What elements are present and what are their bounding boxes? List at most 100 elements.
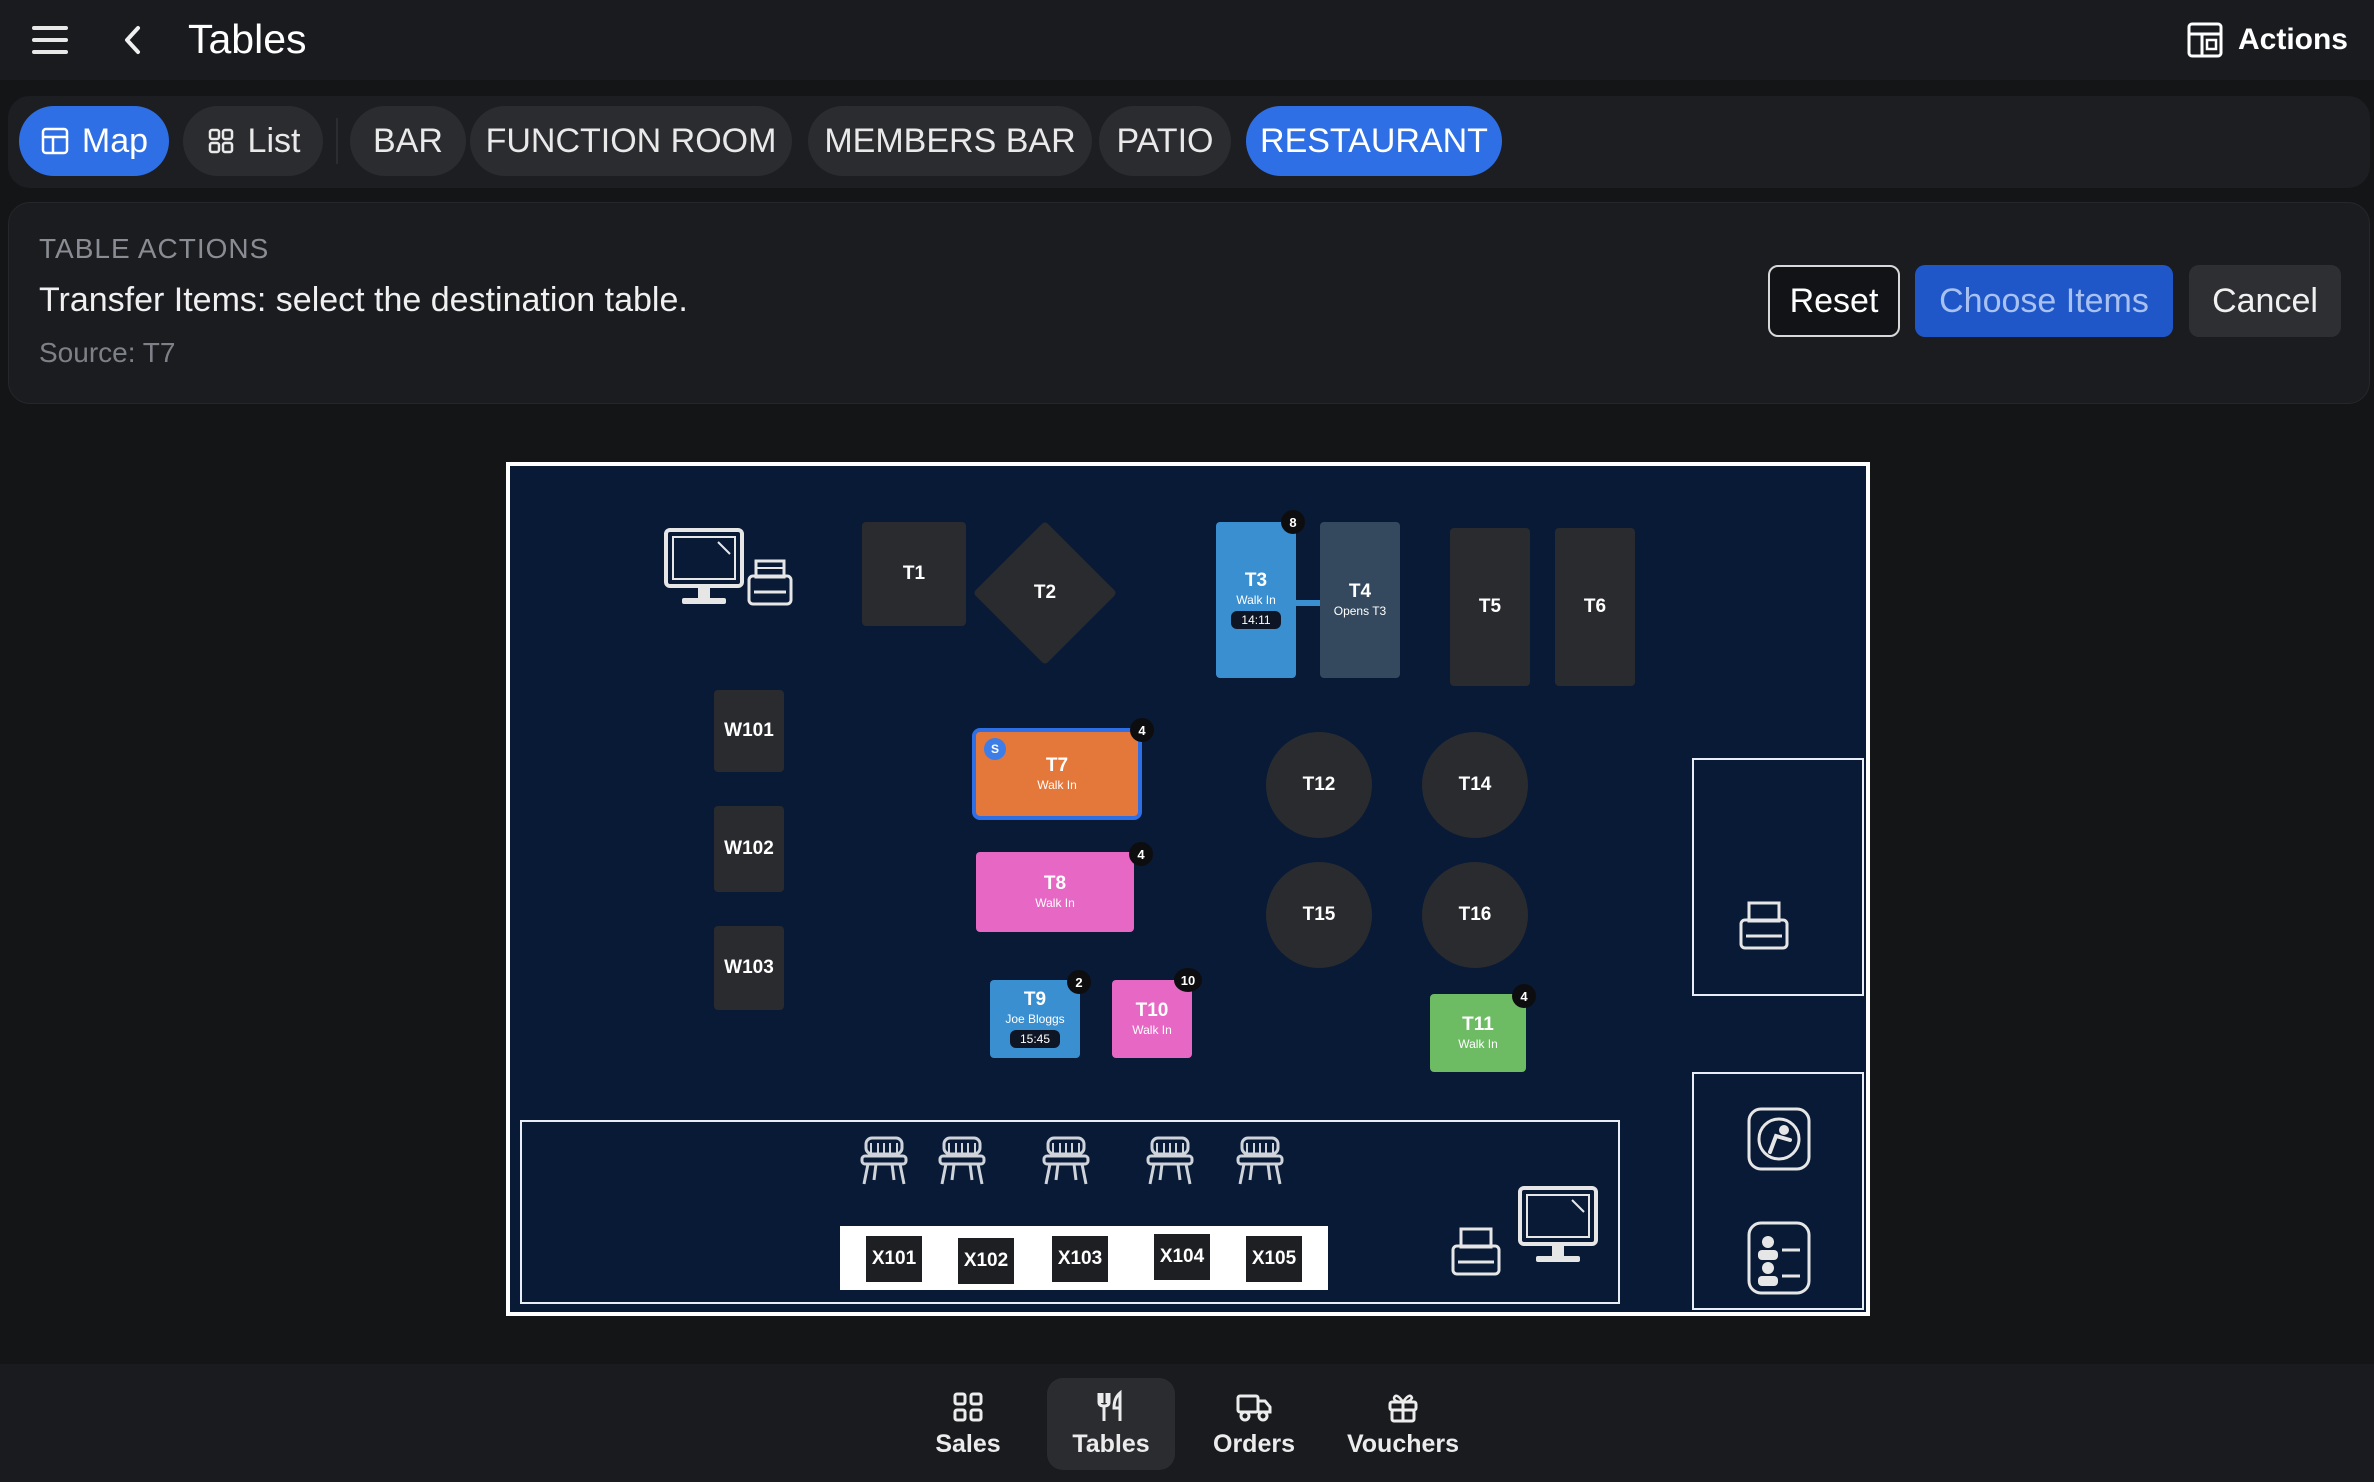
pos-terminal-icon [1518, 1186, 1598, 1262]
area-tabs: Map List BAR FUNCTION ROOM MEMBERS BAR P… [8, 96, 2370, 188]
tab-patio[interactable]: PATIO [1099, 106, 1231, 176]
table-t4[interactable]: T4 Opens T3 [1320, 522, 1400, 678]
covers-badge: 2 [1067, 970, 1091, 994]
table-t5[interactable]: T5 [1450, 528, 1530, 686]
bar-stool-icon [860, 1136, 908, 1185]
tab-label: MEMBERS BAR [824, 121, 1076, 160]
table-name: T1 [902, 563, 926, 584]
table-x101[interactable]: X101 [866, 1236, 922, 1282]
panel-caption: TABLE ACTIONS [39, 233, 270, 264]
gift-icon [1388, 1394, 1418, 1422]
menu-icon[interactable] [32, 24, 68, 56]
table-time: 15:45 [1009, 1030, 1061, 1048]
bar-stool-icon [938, 1136, 986, 1185]
nav-tables[interactable]: Tables [1047, 1378, 1175, 1470]
tab-list[interactable]: List [183, 106, 323, 176]
back-arrow-icon[interactable] [118, 22, 148, 58]
table-t2-label: T2 [994, 542, 1096, 644]
table-status: Joe Bloggs [1005, 1012, 1065, 1026]
table-name: X105 [1251, 1248, 1297, 1269]
table-status: Walk In [1236, 593, 1276, 607]
table-t12[interactable]: T12 [1266, 732, 1372, 838]
table-t10[interactable]: T10 Walk In [1112, 980, 1192, 1058]
table-w102[interactable]: W102 [714, 806, 784, 892]
table-name: T6 [1583, 596, 1607, 617]
tab-label: FUNCTION ROOM [485, 121, 777, 160]
table-name: T2 [1033, 582, 1057, 603]
covers-badge: 4 [1129, 842, 1153, 866]
table-x104[interactable]: X104 [1154, 1234, 1210, 1280]
table-name: T12 [1302, 774, 1336, 795]
nav-label: Vouchers [1346, 1429, 1460, 1458]
covers-badge: 10 [1174, 968, 1202, 992]
table-x105[interactable]: X105 [1246, 1236, 1302, 1282]
table-status: Walk In [1132, 1023, 1172, 1037]
reset-button[interactable]: Reset [1768, 265, 1900, 337]
table-w101[interactable]: W101 [714, 690, 784, 772]
actions-label: Actions [2237, 23, 2348, 56]
table-name: W101 [724, 720, 774, 741]
table-name: T16 [1458, 904, 1492, 925]
table-status: Walk In [1037, 778, 1077, 792]
tab-label: Map [81, 121, 149, 160]
printer-icon [747, 559, 793, 606]
table-t8[interactable]: T8 Walk In [976, 852, 1134, 932]
table-name: X103 [1057, 1248, 1103, 1269]
table-t16[interactable]: T16 [1422, 862, 1528, 968]
nav-orders[interactable]: Orders [1186, 1378, 1322, 1470]
table-x103[interactable]: X103 [1052, 1236, 1108, 1282]
table-time: 14:11 [1231, 611, 1281, 629]
table-t11[interactable]: T11 Walk In [1430, 994, 1526, 1072]
bottom-nav: Sales Tables Orders Vouchers [0, 1364, 2374, 1482]
map-icon [41, 127, 69, 155]
table-status: Walk In [1035, 896, 1075, 910]
table-t1[interactable]: T1 [862, 522, 966, 626]
tab-map[interactable]: Map [19, 106, 169, 176]
table-name: T15 [1302, 904, 1336, 925]
tab-members-bar[interactable]: MEMBERS BAR [808, 106, 1092, 176]
nav-sales[interactable]: Sales [900, 1378, 1036, 1470]
covers-badge: 4 [1130, 718, 1154, 742]
table-t14[interactable]: T14 [1422, 732, 1528, 838]
tab-function-room[interactable]: FUNCTION ROOM [470, 106, 792, 176]
nav-label: Tables [1072, 1429, 1150, 1458]
panel-message: Transfer Items: select the destination t… [39, 281, 688, 319]
table-t9[interactable]: T9 Joe Bloggs 15:45 [990, 980, 1080, 1058]
table-actions-panel: TABLE ACTIONS Transfer Items: select the… [8, 202, 2370, 404]
choose-items-button[interactable]: Choose Items [1915, 265, 2173, 337]
bar-stool-icon [1146, 1136, 1194, 1185]
table-name: X102 [963, 1250, 1009, 1271]
tab-label: PATIO [1116, 121, 1214, 160]
table-t3[interactable]: T3 Walk In 14:11 [1216, 522, 1296, 678]
seat-badge: S [984, 738, 1006, 760]
table-name: T5 [1478, 596, 1502, 617]
page-title: Tables [188, 16, 307, 62]
table-status: Walk In [1458, 1037, 1498, 1051]
nav-vouchers[interactable]: Vouchers [1332, 1378, 1474, 1470]
rest-area-icon [1747, 1107, 1811, 1171]
table-t6[interactable]: T6 [1555, 528, 1635, 686]
tab-bar[interactable]: BAR [350, 106, 466, 176]
layout-icon [2187, 22, 2223, 58]
nav-label: Sales [935, 1429, 1001, 1458]
table-name: T14 [1458, 774, 1492, 795]
table-status: Opens T3 [1333, 604, 1387, 618]
tab-label: BAR [373, 121, 443, 160]
delivery-truck-icon [1236, 1394, 1272, 1421]
table-name: W103 [724, 957, 774, 978]
cutlery-icon [1097, 1389, 1122, 1421]
nav-label: Orders [1213, 1429, 1295, 1458]
table-name: T9 [1023, 989, 1047, 1010]
tab-label: RESTAURANT [1260, 121, 1488, 160]
grid-icon [208, 128, 233, 154]
cancel-button[interactable]: Cancel [2189, 265, 2341, 337]
table-w103[interactable]: W103 [714, 926, 784, 1010]
tabs-divider [336, 118, 338, 164]
table-t15[interactable]: T15 [1266, 862, 1372, 968]
table-name: T10 [1135, 1000, 1169, 1021]
table-x102[interactable]: X102 [958, 1238, 1014, 1284]
actions-button[interactable]: Actions [2186, 18, 2348, 62]
tab-restaurant[interactable]: RESTAURANT [1246, 106, 1502, 176]
tab-label: List [247, 121, 301, 160]
table-name: T8 [1043, 873, 1067, 894]
